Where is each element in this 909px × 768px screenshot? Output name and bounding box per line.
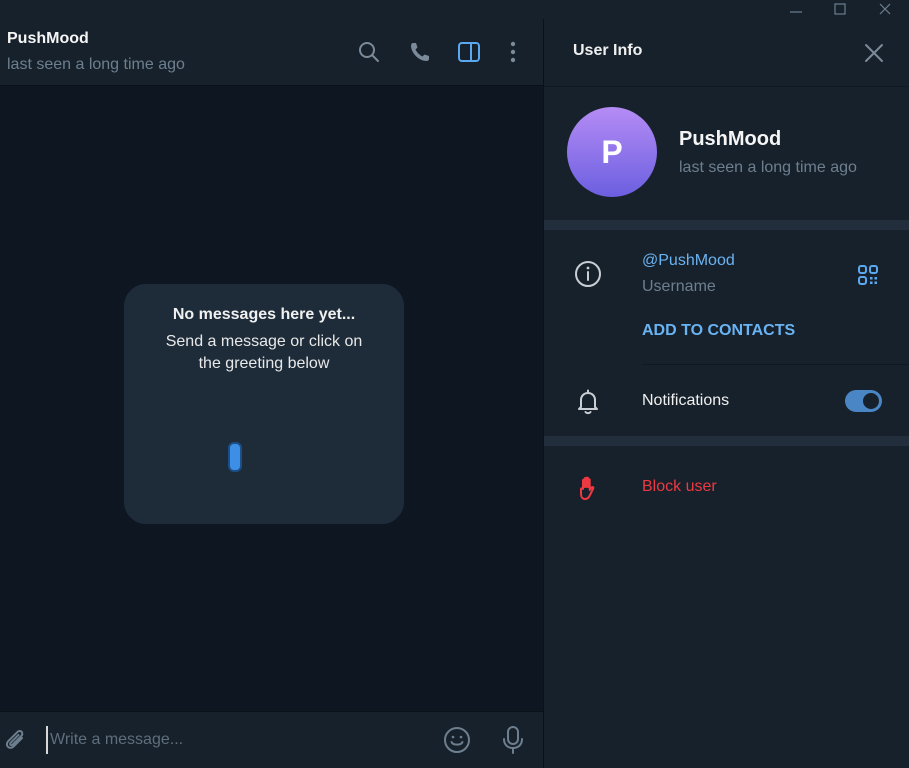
username-label: Username (642, 278, 716, 295)
minimize-icon[interactable] (781, 0, 811, 19)
sidebar-toggle-icon[interactable] (456, 39, 482, 65)
close-icon[interactable] (862, 41, 886, 70)
section-separator (544, 220, 909, 230)
avatar-letter: P (601, 133, 623, 170)
message-input[interactable] (46, 726, 416, 754)
maximize-icon[interactable] (825, 0, 855, 19)
message-composer (0, 711, 543, 768)
emoji-icon[interactable] (443, 726, 471, 759)
section-separator (544, 436, 909, 446)
info-header-divider (544, 86, 909, 87)
empty-chat-title: No messages here yet... (172, 306, 356, 323)
microphone-icon[interactable] (500, 725, 526, 760)
username-value[interactable]: @PushMood (642, 252, 735, 270)
info-icon (574, 260, 602, 293)
window-titlebar (0, 0, 909, 19)
chat-header[interactable]: PushMood last seen a long time ago (0, 19, 543, 86)
add-to-contacts-button[interactable]: ADD TO CONTACTS (642, 322, 795, 340)
more-vertical-icon[interactable] (500, 39, 526, 65)
hand-stop-icon (574, 474, 602, 507)
empty-chat-card: No messages here yet... Send a message o… (124, 284, 404, 524)
chat-title[interactable]: PushMood (7, 30, 89, 48)
paperclip-icon[interactable] (3, 728, 29, 759)
info-panel-title: User Info (573, 42, 643, 59)
row-divider (642, 364, 909, 365)
notifications-label: Notifications (642, 392, 730, 409)
profile-name: PushMood (679, 128, 782, 150)
chat-panel: PushMood last seen a long time ago No me… (0, 19, 543, 768)
search-icon[interactable] (356, 39, 382, 65)
block-user-button[interactable]: Block user (642, 478, 717, 496)
user-info-panel: User Info P PushMood last seen a long ti… (544, 19, 909, 768)
chat-status: last seen a long time ago (7, 56, 185, 73)
qr-code-icon[interactable] (857, 264, 879, 291)
bell-icon (574, 388, 602, 421)
toggle-knob (861, 391, 881, 411)
greeting-sticker[interactable] (228, 442, 242, 472)
empty-chat-text: Send a message or click on the greeting … (165, 333, 363, 372)
profile-status: last seen a long time ago (679, 159, 857, 176)
window-close-icon[interactable] (870, 0, 900, 19)
phone-icon[interactable] (407, 39, 433, 65)
notifications-toggle[interactable] (845, 390, 882, 412)
avatar[interactable]: P (567, 107, 657, 197)
